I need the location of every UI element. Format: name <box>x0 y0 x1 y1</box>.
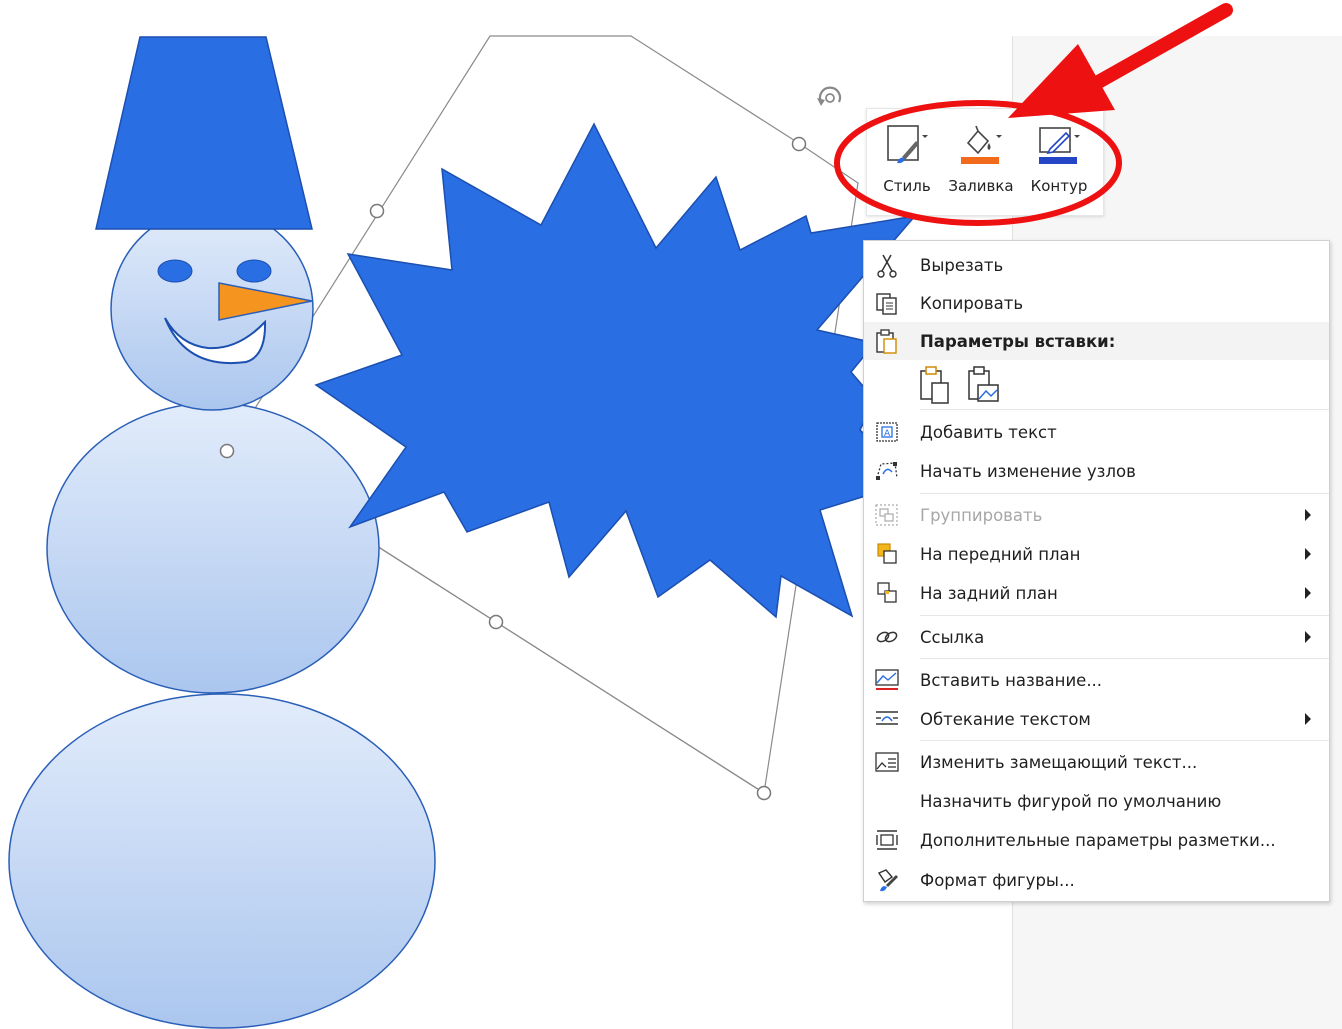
menu-item-label: Назначить фигурой по умолчанию <box>920 791 1222 811</box>
paste-as-picture-button[interactable] <box>964 363 1004 407</box>
menu-item-edit-alt-text[interactable]: Изменить замещающий текст... <box>864 743 1329 781</box>
scissors-icon <box>877 254 897 278</box>
alt-text-icon <box>875 752 899 772</box>
context-menu: Вырезать Копировать Параметры вставки: A… <box>863 240 1330 902</box>
submenu-arrow-icon <box>1305 548 1311 560</box>
format-shape-icon <box>877 869 898 892</box>
svg-text:A: A <box>884 429 891 439</box>
paste-clipboard-icon <box>920 366 949 404</box>
text-box-icon: A <box>876 422 898 442</box>
menu-item-label: Параметры вставки: <box>920 331 1116 351</box>
send-backward-icon <box>877 582 897 603</box>
menu-item-label: Дополнительные параметры разметки... <box>920 830 1276 850</box>
menu-item-insert-caption[interactable]: Вставить название... <box>864 661 1329 699</box>
submenu-arrow-icon <box>1305 587 1311 599</box>
menu-item-label: На передний план <box>920 544 1081 564</box>
menu-item-label: Ссылка <box>920 627 985 647</box>
menu-item-label: На задний план <box>920 583 1058 603</box>
menu-item-more-layout-options[interactable]: Дополнительные параметры разметки... <box>864 821 1329 859</box>
submenu-arrow-icon <box>1305 509 1311 521</box>
menu-item-copy[interactable]: Копировать <box>864 284 1329 322</box>
caption-icon <box>875 669 899 690</box>
menu-item-group[interactable]: Группировать <box>864 496 1329 534</box>
submenu-arrow-icon <box>1305 713 1311 725</box>
wrap-text-icon <box>876 711 898 725</box>
menu-separator <box>920 493 1329 494</box>
submenu-arrow-icon <box>1305 631 1311 643</box>
group-icon <box>875 504 898 526</box>
menu-item-link[interactable]: Ссылка <box>864 618 1329 656</box>
menu-separator <box>920 658 1329 659</box>
layout-options-icon <box>876 830 898 850</box>
edit-points-icon <box>876 462 898 480</box>
menu-item-label: Обтекание текстом <box>920 709 1091 729</box>
menu-item-set-default-shape[interactable]: Назначить фигурой по умолчанию <box>864 782 1329 820</box>
menu-item-label: Начать изменение узлов <box>920 461 1136 481</box>
menu-item-cut[interactable]: Вырезать <box>864 246 1329 284</box>
menu-separator <box>920 615 1329 616</box>
paste-options-row <box>916 363 1056 407</box>
menu-item-format-shape[interactable]: Формат фигуры... <box>864 861 1329 899</box>
paste-keep-source-button[interactable] <box>916 363 956 407</box>
menu-item-label: Копировать <box>920 293 1024 313</box>
menu-item-edit-points[interactable]: Начать изменение узлов <box>864 452 1329 490</box>
menu-separator <box>920 740 1329 741</box>
link-icon <box>876 631 898 643</box>
menu-item-add-text[interactable]: A Добавить текст <box>864 413 1329 451</box>
annotation-circle <box>834 100 1122 226</box>
menu-item-label: Изменить замещающий текст... <box>920 752 1198 772</box>
menu-item-label: Группировать <box>920 505 1043 525</box>
menu-item-label: Вставить название... <box>920 670 1103 690</box>
menu-item-paste-options: Параметры вставки: <box>864 322 1329 360</box>
menu-item-bring-to-front[interactable]: На передний план <box>864 535 1329 573</box>
menu-item-label: Формат фигуры... <box>920 870 1075 890</box>
menu-item-label: Вырезать <box>920 255 1004 275</box>
menu-separator <box>920 409 1329 410</box>
paste-picture-icon <box>968 366 999 402</box>
menu-item-wrap-text[interactable]: Обтекание текстом <box>864 700 1329 738</box>
clipboard-icon <box>876 329 897 354</box>
bring-forward-icon <box>877 543 897 564</box>
copy-icon <box>876 293 897 315</box>
menu-item-send-to-back[interactable]: На задний план <box>864 574 1329 612</box>
menu-item-label: Добавить текст <box>920 422 1057 442</box>
